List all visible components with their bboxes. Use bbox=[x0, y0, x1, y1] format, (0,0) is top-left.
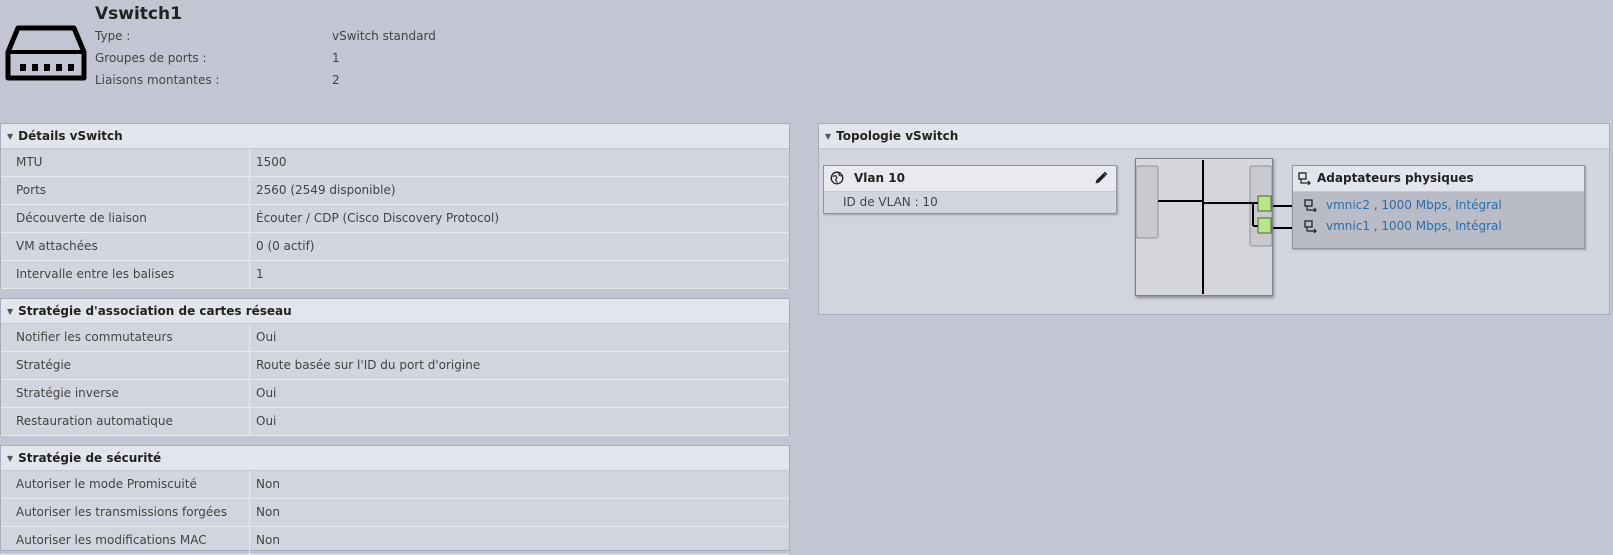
nic-icon bbox=[1298, 172, 1311, 185]
teaming-row-failback: Restauration automatique Oui bbox=[1, 408, 789, 436]
detail-value: 2560 (2549 disponible) bbox=[249, 177, 789, 204]
details-panel-header[interactable]: ▼ Détails vSwitch bbox=[1, 124, 789, 149]
pencil-icon[interactable] bbox=[1094, 171, 1108, 185]
teaming-value: Oui bbox=[249, 324, 789, 351]
detail-label: MTU bbox=[16, 155, 43, 169]
detail-value: Écouter / CDP (Cisco Discovery Protocol) bbox=[249, 205, 789, 232]
nic-link-vmnic2[interactable]: vmnic2 , 1000 Mbps, Intégral bbox=[1326, 195, 1502, 215]
nic-icon bbox=[1304, 220, 1317, 233]
teaming-label: Stratégie inverse bbox=[16, 386, 119, 400]
nic-row[interactable]: vmnic2 , 1000 Mbps, Intégral bbox=[1293, 195, 1584, 215]
security-row-promiscuous: Autoriser le mode Promiscuité Non bbox=[1, 471, 789, 499]
teaming-panel-header[interactable]: ▼ Stratégie d'association de cartes résea… bbox=[1, 299, 789, 324]
detail-row-mtu: MTU 1500 bbox=[1, 149, 789, 177]
security-value: Non bbox=[249, 499, 789, 526]
switch-wiring bbox=[1136, 160, 1272, 294]
teaming-value: Oui bbox=[249, 408, 789, 435]
uplinks-value: 2 bbox=[332, 73, 340, 87]
nic-link-vmnic1[interactable]: vmnic1 , 1000 Mbps, Intégral bbox=[1326, 216, 1502, 236]
teaming-row-notify: Notifier les commutateurs Oui bbox=[1, 324, 789, 352]
teaming-value: Route basée sur l'ID du port d'origine bbox=[249, 352, 789, 379]
vswitch-diagram bbox=[1135, 158, 1273, 296]
security-panel: ▼ Stratégie de sécurité Autoriser le mode… bbox=[0, 445, 790, 555]
teaming-label: Restauration automatique bbox=[16, 414, 173, 428]
collapse-caret-icon[interactable]: ▼ bbox=[7, 125, 13, 149]
port-group-box[interactable]: Vlan 10 ID de VLAN : 10 bbox=[823, 165, 1117, 214]
type-label: Type : bbox=[95, 29, 131, 43]
uplinks-label: Liaisons montantes : bbox=[95, 73, 220, 87]
security-label: Autoriser les transmissions forgées bbox=[16, 505, 227, 519]
detail-row-vms: VM attachées 0 (0 actif) bbox=[1, 233, 789, 261]
detail-label: VM attachées bbox=[16, 239, 98, 253]
type-value: vSwitch standard bbox=[332, 29, 436, 43]
port-groups-value: 1 bbox=[332, 51, 340, 65]
port-group-name[interactable]: Vlan 10 bbox=[854, 166, 905, 191]
teaming-label: Stratégie bbox=[16, 358, 72, 372]
vlan-id-text: ID de VLAN : 10 bbox=[843, 195, 938, 209]
port-group-header: Vlan 10 bbox=[824, 166, 1116, 192]
teaming-label: Notifier les commutateurs bbox=[16, 330, 173, 344]
physical-adapters-box: Adaptateurs physiques vmnic2 , 1000 Mbps… bbox=[1292, 165, 1585, 249]
details-panel: ▼ Détails vSwitch MTU 1500 Ports 2560 (2549… bbox=[0, 123, 790, 289]
security-row-forged: Autoriser les transmissions forgées Non bbox=[1, 499, 789, 527]
security-panel-header[interactable]: ▼ Stratégie de sécurité bbox=[1, 446, 789, 471]
detail-label: Découverte de liaison bbox=[16, 211, 147, 225]
teaming-value: Oui bbox=[249, 380, 789, 407]
globe-icon bbox=[830, 171, 844, 185]
teaming-panel-title: Stratégie d'association de cartes réseau bbox=[18, 304, 292, 318]
teaming-panel: ▼ Stratégie d'association de cartes résea… bbox=[0, 298, 790, 436]
page-title: Vswitch1 bbox=[95, 4, 182, 24]
detail-value: 1500 bbox=[249, 149, 789, 176]
uplink-connectors bbox=[1273, 205, 1293, 229]
security-value: Non bbox=[249, 471, 789, 498]
detail-value: 1 bbox=[249, 261, 789, 288]
collapse-caret-icon[interactable]: ▼ bbox=[825, 125, 831, 149]
teaming-row-policy: Stratégie Route basée sur l'ID du port d'… bbox=[1, 352, 789, 380]
details-panel-title: Détails vSwitch bbox=[18, 129, 123, 143]
port-groups-label: Groupes de ports : bbox=[95, 51, 207, 65]
vswitch-icon bbox=[5, 25, 87, 81]
topology-panel-title: Topologie vSwitch bbox=[836, 129, 959, 143]
detail-value: 0 (0 actif) bbox=[249, 233, 789, 260]
security-row-mac: Autoriser les modifications MAC Non bbox=[1, 527, 789, 555]
collapse-caret-icon[interactable]: ▼ bbox=[7, 447, 13, 471]
security-label: Autoriser le mode Promiscuité bbox=[16, 477, 197, 491]
detail-label: Intervalle entre les balises bbox=[16, 267, 175, 281]
detail-row-ports: Ports 2560 (2549 disponible) bbox=[1, 177, 789, 205]
nic-icon bbox=[1304, 199, 1317, 212]
security-panel-title: Stratégie de sécurité bbox=[18, 451, 162, 465]
detail-label: Ports bbox=[16, 183, 47, 197]
detail-row-beacon: Intervalle entre les balises 1 bbox=[1, 261, 789, 289]
nic-row[interactable]: vmnic1 , 1000 Mbps, Intégral bbox=[1293, 216, 1584, 236]
physical-adapters-title: Adaptateurs physiques bbox=[1317, 171, 1474, 185]
teaming-row-reverse: Stratégie inverse Oui bbox=[1, 380, 789, 408]
physical-adapters-header: Adaptateurs physiques bbox=[1293, 166, 1584, 192]
topology-panel-header[interactable]: ▼ Topologie vSwitch bbox=[819, 124, 1609, 149]
collapse-caret-icon[interactable]: ▼ bbox=[7, 300, 13, 324]
detail-row-discovery: Découverte de liaison Écouter / CDP (Cisc… bbox=[1, 205, 789, 233]
